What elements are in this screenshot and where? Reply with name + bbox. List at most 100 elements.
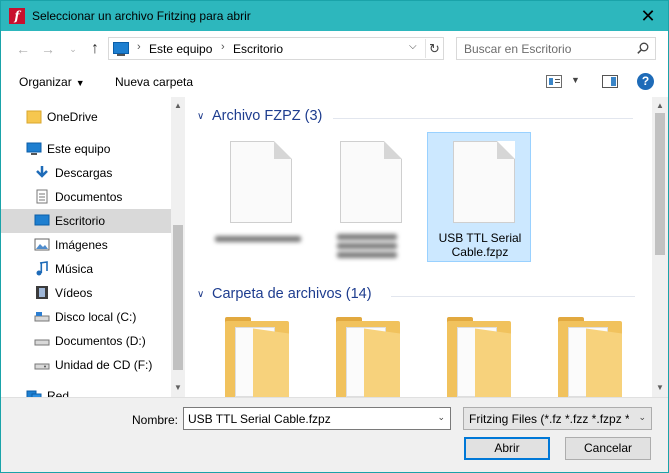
group-title: Carpeta de archivos (14): [212, 286, 372, 302]
sidebar-item-label: Imágenes: [55, 238, 108, 252]
fritzing-app-icon: f: [9, 8, 25, 24]
sidebar-item-label: Red: [47, 389, 70, 397]
sidebar-item-label: Documentos: [55, 190, 123, 204]
pictures-icon: [34, 238, 50, 251]
help-icon[interactable]: ?: [637, 73, 654, 90]
scrollbar-thumb[interactable]: [655, 113, 665, 255]
file-tile-selected[interactable]: USB TTL Serial Cable.fzpz: [427, 132, 531, 262]
breadcrumb-este-equipo[interactable]: Este equipo: [149, 42, 212, 56]
filename-combobox[interactable]: ⌄: [183, 407, 451, 430]
sidebar-item-videos[interactable]: Vídeos: [1, 281, 171, 305]
sidebar-item-label: Vídeos: [55, 286, 93, 300]
scroll-up-arrow-icon[interactable]: ▲: [173, 101, 183, 110]
sidebar-item-unidad-cd[interactable]: Unidad de CD (F:): [1, 353, 171, 377]
address-bar[interactable]: › Este equipo › Escritorio ⌵ ↻: [108, 37, 444, 60]
folder-icon[interactable]: [558, 317, 622, 397]
folder-icon[interactable]: [447, 317, 511, 397]
group-title: Archivo FZPZ (3): [212, 108, 323, 124]
scroll-down-arrow-icon[interactable]: ▼: [655, 383, 665, 392]
recent-locations-chevron-icon[interactable]: ⌄: [63, 39, 83, 59]
search-input[interactable]: [457, 38, 633, 59]
group-divider: [391, 296, 635, 297]
sidebar-item-documentos-d[interactable]: Documentos (D:): [1, 329, 171, 353]
sidebar-item-label: Este equipo: [47, 142, 111, 156]
filename-input[interactable]: [184, 408, 430, 429]
navigation-bar: ← → ⌄ ↑ › Este equipo › Escritorio ⌵ ↻: [1, 31, 668, 67]
folder-front: [364, 328, 400, 397]
network-icon: [26, 390, 42, 397]
sidebar-item-documentos[interactable]: Documentos: [1, 185, 171, 209]
sidebar-item-label: OneDrive: [47, 110, 98, 124]
folder-icon: [26, 110, 42, 124]
sidebar-item-disco-c[interactable]: Disco local (C:): [1, 305, 171, 329]
file-tile[interactable]: [315, 133, 419, 263]
cancel-button[interactable]: Cancelar: [565, 437, 651, 460]
dialog-footer: Nombre: ⌄ Fritzing Files (*.fz *.fzz *.f…: [1, 397, 668, 472]
refresh-icon[interactable]: ↻: [425, 39, 443, 58]
close-button[interactable]: ✕: [634, 5, 662, 27]
collapse-chevron-icon[interactable]: ∨: [197, 111, 204, 122]
sidebar-item-red[interactable]: Red: [1, 384, 171, 397]
caret-down-icon: ▼: [75, 78, 85, 88]
filetype-dropdown-chevron-icon[interactable]: ⌄: [638, 412, 646, 423]
search-box[interactable]: [456, 37, 656, 60]
sidebar-item-label: Escritorio: [55, 214, 106, 228]
file-icon: [453, 141, 515, 223]
up-arrow-icon[interactable]: ↑: [85, 39, 105, 59]
computer-icon: [113, 42, 129, 56]
scroll-down-arrow-icon[interactable]: ▼: [173, 383, 183, 392]
breadcrumb-escritorio[interactable]: Escritorio: [233, 42, 283, 56]
scrollbar-thumb[interactable]: [173, 225, 183, 370]
new-folder-button[interactable]: Nueva carpeta: [115, 75, 193, 89]
filename-label: Nombre:: [132, 413, 179, 427]
navigation-pane: OneDrive Este equipo Descargas Documento…: [1, 97, 185, 397]
folder-icon[interactable]: [225, 317, 289, 397]
search-icon[interactable]: [637, 42, 649, 54]
sidebar-item-label: Unidad de CD (F:): [55, 358, 153, 372]
sidebar-item-descargas[interactable]: Descargas: [1, 161, 171, 185]
change-view-icon[interactable]: [546, 75, 562, 88]
view-options-caret-icon[interactable]: ▼: [571, 75, 580, 85]
sidebar-item-onedrive[interactable]: OneDrive: [1, 105, 171, 129]
computer-icon: [26, 142, 42, 155]
organize-button[interactable]: Organizar ▼: [19, 75, 85, 89]
file-name: USB TTL Serial Cable.fzpz: [438, 231, 522, 259]
drive-icon: [34, 312, 50, 322]
filetype-select[interactable]: Fritzing Files (*.fz *.fzz *.fzpz *.fzb …: [463, 407, 652, 430]
back-arrow-icon[interactable]: ←: [13, 39, 33, 59]
desktop-icon: [34, 214, 50, 226]
breadcrumb-separator: ›: [221, 41, 225, 53]
document-icon: [36, 189, 48, 204]
scroll-up-arrow-icon[interactable]: ▲: [655, 101, 665, 110]
breadcrumb-separator: ›: [137, 41, 141, 53]
folder-front: [475, 328, 511, 397]
folder-icon[interactable]: [336, 317, 400, 397]
blurred-file-name: [337, 231, 397, 258]
address-dropdown-chevron-icon[interactable]: ⌵: [409, 41, 417, 52]
file-tile[interactable]: [205, 133, 309, 263]
group-header-fzpz[interactable]: ∨ Archivo FZPZ (3): [195, 107, 645, 129]
collapse-chevron-icon[interactable]: ∨: [197, 289, 204, 300]
group-divider: [333, 118, 633, 119]
navigation-pane-scrollbar[interactable]: ▲ ▼: [171, 97, 185, 397]
filename-dropdown-chevron-icon[interactable]: ⌄: [437, 412, 445, 423]
drive-icon: [34, 339, 50, 346]
sidebar-item-label: Música: [55, 262, 94, 276]
sidebar-item-musica[interactable]: Música: [1, 257, 171, 281]
forward-arrow-icon[interactable]: →: [38, 39, 58, 59]
sidebar-item-este-equipo[interactable]: Este equipo: [1, 137, 171, 161]
sidebar-item-imagenes[interactable]: Imágenes: [1, 233, 171, 257]
music-icon: [36, 261, 48, 276]
file-list-scrollbar[interactable]: ▲ ▼: [652, 97, 668, 397]
window-title: Seleccionar un archivo Fritzing para abr…: [32, 9, 251, 23]
group-header-folders[interactable]: ∨ Carpeta de archivos (14): [195, 285, 645, 307]
sidebar-item-escritorio[interactable]: Escritorio: [1, 209, 171, 233]
videos-icon: [36, 286, 48, 299]
file-icon: [230, 141, 292, 223]
title-bar[interactable]: f Seleccionar un archivo Fritzing para a…: [1, 1, 668, 31]
download-icon: [36, 166, 48, 178]
file-icon: [340, 141, 402, 223]
open-button[interactable]: Abrir: [464, 437, 550, 460]
open-file-dialog: f Seleccionar un archivo Fritzing para a…: [0, 0, 669, 473]
preview-pane-icon[interactable]: [602, 75, 618, 88]
